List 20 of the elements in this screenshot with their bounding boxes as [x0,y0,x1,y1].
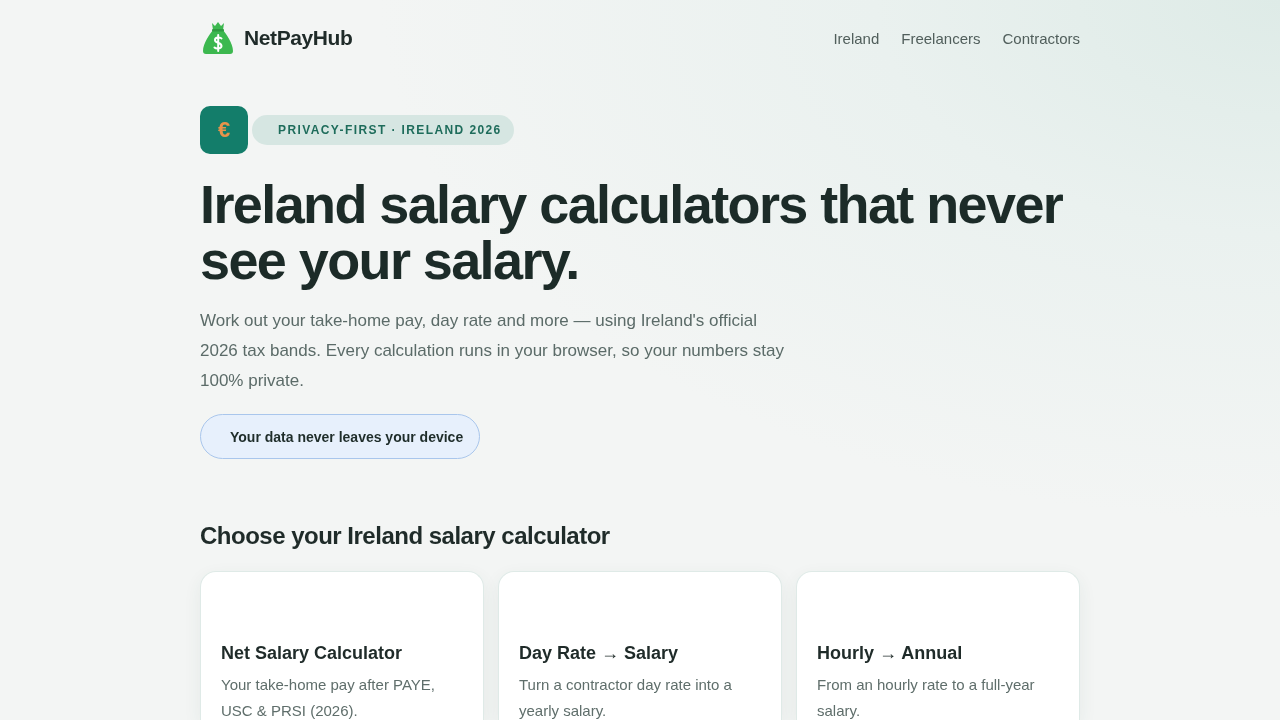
money-bag-icon [202,21,234,55]
calculator-card[interactable]: Net Salary Calculator Your take-home pay after PAYE, USC & PRSI (2026). [200,571,484,720]
card-title: Hourly → Annual [817,642,964,665]
nav-link[interactable]: Freelancers [901,29,981,47]
euro-icon: € [200,106,248,154]
hero-title: Ireland salary calculators that never see your salary. [200,176,1064,288]
calculator-card[interactable]: Hourly → Annual From an hourly rate to a full-year salary. [796,571,1080,720]
privacy-button[interactable]: Your data never leaves your device [200,414,481,459]
section-title: Choose your Ireland salary calculator [200,521,610,551]
card-title: Net Salary Calculator [221,642,404,665]
nav-link[interactable]: Contractors [1002,29,1080,47]
card-title: Day Rate → Salary [519,642,680,665]
nav-link[interactable]: Ireland [833,29,880,47]
eyebrow-pill: PRIVACY-FIRST · IRELAND 2026 [252,115,514,145]
site-logo-text[interactable]: NetPayHub [244,26,353,50]
card-description: Your take-home pay after PAYE, USC & PRSI (2026). [221,675,436,720]
hero-description: Work out your take-home pay, day rate and more — using Ireland's official 2026 tax bands. Every calculation runs in your browser, so your numbers stay 100% private. [200,310,785,392]
card-description: Turn a contractor day rate into a yearly salary. [519,675,733,720]
card-description: From an hourly rate to a full-year salary. [817,675,1036,720]
calculator-card[interactable]: Day Rate → Salary Turn a contractor day rate into a yearly salary. [498,571,782,720]
